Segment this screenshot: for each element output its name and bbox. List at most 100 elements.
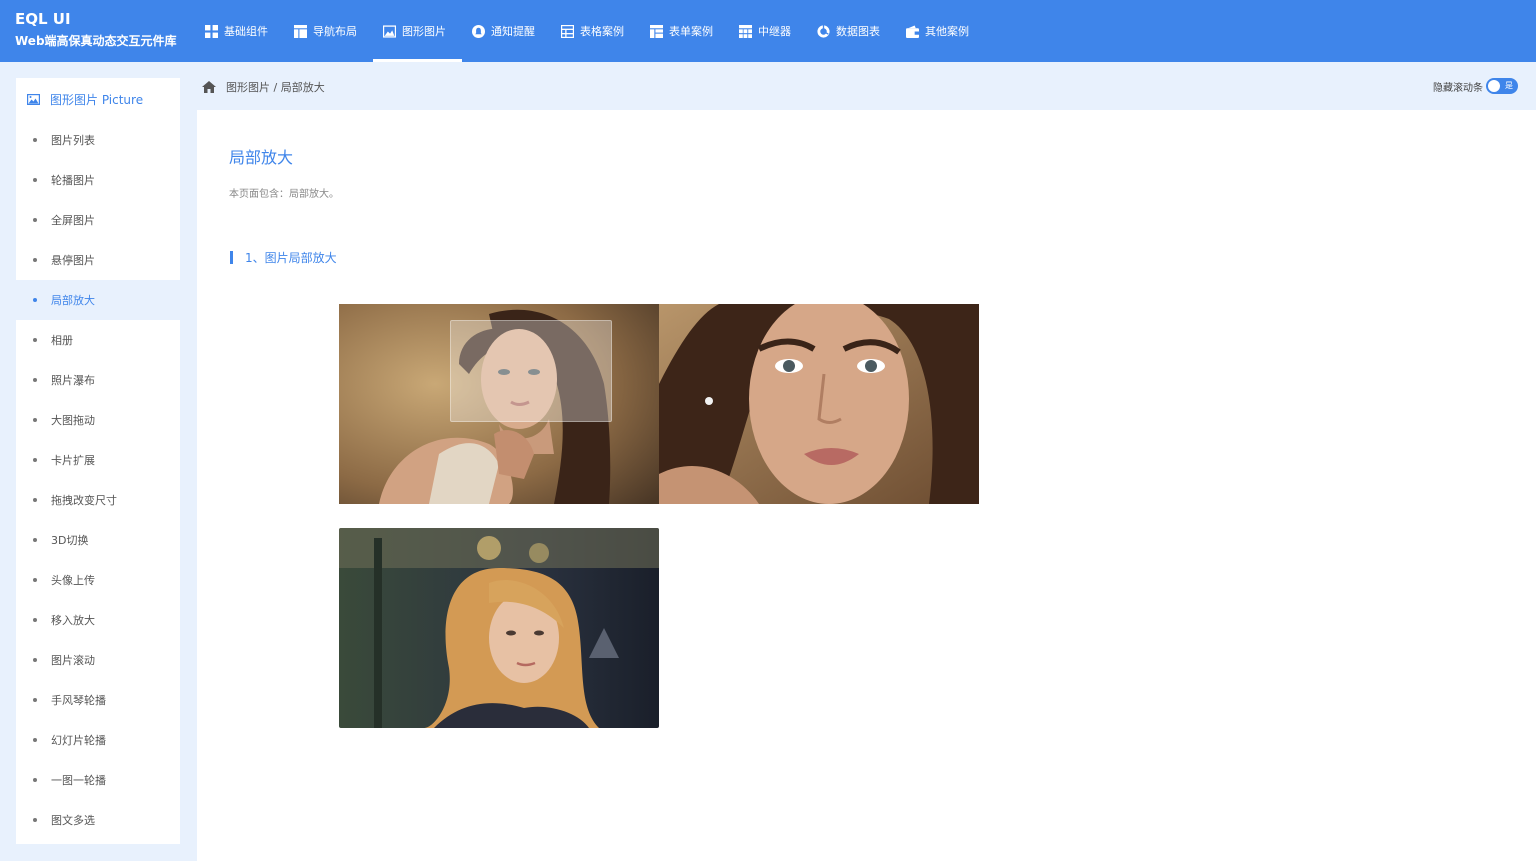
nav-label: 导航布局 bbox=[313, 25, 357, 38]
nav-label: 其他案例 bbox=[925, 25, 969, 38]
sidebar-item-card-expand[interactable]: 卡片扩展 bbox=[16, 440, 180, 480]
bullet bbox=[33, 658, 37, 662]
sidebar-item-carousel[interactable]: 轮播图片 bbox=[16, 160, 180, 200]
sidebar-item-one-per-slide[interactable]: 一图一轮播 bbox=[16, 760, 180, 800]
sidebar-item-label: 大图拖动 bbox=[51, 414, 95, 427]
portrait-zoomed-photo bbox=[659, 304, 979, 504]
section-title: 1、图片局部放大 bbox=[245, 251, 337, 265]
section-heading: 1、图片局部放大 bbox=[230, 249, 337, 266]
sidebar-item-label: 卡片扩展 bbox=[51, 454, 95, 467]
brand-subtitle: Web端高保真动态交互元件库 bbox=[15, 34, 177, 48]
scroll-toggle[interactable]: 是 bbox=[1486, 78, 1518, 94]
magnifier-lens[interactable] bbox=[450, 320, 612, 422]
sidebar-item-label: 拖拽改变尺寸 bbox=[51, 494, 117, 507]
magnified-preview-image bbox=[659, 304, 979, 504]
bullet bbox=[33, 418, 37, 422]
nav-item-repeater[interactable]: 中继器 bbox=[729, 0, 807, 62]
image-icon bbox=[383, 24, 396, 38]
magnify-source-image[interactable] bbox=[339, 304, 659, 504]
table-icon bbox=[561, 24, 574, 38]
sidebar-item-picture-list[interactable]: 图片列表 bbox=[16, 120, 180, 160]
sidebar-list: 图片列表 轮播图片 全屏图片 悬停图片 局部放大 相册 照片瀑布 大图拖动 卡片… bbox=[0, 120, 196, 840]
nav-item-chart[interactable]: 数据图表 bbox=[807, 0, 896, 62]
page-description: 本页面包含：局部放大。 bbox=[229, 189, 339, 200]
sidebar-item-label: 移入放大 bbox=[51, 614, 95, 627]
bullet bbox=[33, 458, 37, 462]
nav-label: 通知提醒 bbox=[491, 25, 535, 38]
sidebar-item-accordion[interactable]: 手风琴轮播 bbox=[16, 680, 180, 720]
sidebar: 图形图片 Picture 图片列表 轮播图片 全屏图片 悬停图片 局部放大 相册… bbox=[0, 78, 196, 844]
thumbnail-image[interactable] bbox=[339, 528, 659, 728]
scroll-toggle-control: 隐藏滚动条 是 bbox=[1433, 78, 1518, 94]
sidebar-item-fullscreen[interactable]: 全屏图片 bbox=[16, 200, 180, 240]
sidebar-item-label: 悬停图片 bbox=[51, 254, 95, 267]
bullet bbox=[33, 698, 37, 702]
repeater-icon bbox=[739, 24, 752, 38]
sidebar-item-label: 3D切换 bbox=[51, 534, 89, 547]
sidebar-item-label: 相册 bbox=[51, 334, 73, 347]
page-title: 局部放大 bbox=[229, 148, 294, 167]
nav-label: 表格案例 bbox=[580, 25, 624, 38]
sidebar-item-label: 局部放大 bbox=[51, 294, 95, 307]
bullet bbox=[33, 818, 37, 822]
sidebar-item-multi-select[interactable]: 图文多选 bbox=[16, 800, 180, 840]
nav-label: 图形图片 bbox=[402, 25, 446, 38]
bullet bbox=[33, 578, 37, 582]
sidebar-item-label: 图片滚动 bbox=[51, 654, 95, 667]
toggle-value: 是 bbox=[1505, 81, 1513, 90]
nav-label: 数据图表 bbox=[836, 25, 880, 38]
sidebar-header-label: 图形图片 Picture bbox=[50, 92, 144, 107]
sidebar-item-label: 轮播图片 bbox=[51, 174, 95, 187]
sidebar-header[interactable]: 图形图片 Picture bbox=[16, 78, 180, 120]
sidebar-item-hover[interactable]: 悬停图片 bbox=[16, 240, 180, 280]
nav-item-graphics[interactable]: 图形图片 bbox=[373, 0, 462, 62]
sidebar-item-3d[interactable]: 3D切换 bbox=[16, 520, 180, 560]
sidebar-item-label: 头像上传 bbox=[51, 574, 95, 587]
bullet bbox=[33, 378, 37, 382]
sidebar-item-avatar-upload[interactable]: 头像上传 bbox=[16, 560, 180, 600]
street-portrait-photo bbox=[339, 528, 659, 728]
sidebar-item-slideshow[interactable]: 幻灯片轮播 bbox=[16, 720, 180, 760]
chart-icon bbox=[817, 24, 830, 38]
sidebar-item-drag[interactable]: 大图拖动 bbox=[16, 400, 180, 440]
form-icon bbox=[650, 24, 663, 38]
sidebar-item-scroll[interactable]: 图片滚动 bbox=[16, 640, 180, 680]
nav-label: 表单案例 bbox=[669, 25, 713, 38]
nav-item-other[interactable]: 其他案例 bbox=[896, 0, 985, 62]
nav-item-form[interactable]: 表单案例 bbox=[640, 0, 729, 62]
layout-icon bbox=[294, 24, 307, 38]
main-content: 局部放大 本页面包含：局部放大。 1、图片局部放大 bbox=[197, 110, 1536, 861]
nav-label: 基础组件 bbox=[224, 25, 268, 38]
bullet bbox=[33, 778, 37, 782]
sidebar-item-label: 照片瀑布 bbox=[51, 374, 95, 387]
sidebar-item-magnify[interactable]: 局部放大 bbox=[0, 280, 196, 320]
image-icon bbox=[27, 93, 40, 105]
brand[interactable]: EQL UI Web端高保真动态交互元件库 bbox=[15, 9, 177, 51]
sidebar-item-album[interactable]: 相册 bbox=[16, 320, 180, 360]
sidebar-item-zoom-in[interactable]: 移入放大 bbox=[16, 600, 180, 640]
bullet bbox=[33, 338, 37, 342]
nav-item-notice[interactable]: 通知提醒 bbox=[462, 0, 551, 62]
nav-item-table[interactable]: 表格案例 bbox=[551, 0, 640, 62]
nav-item-basic[interactable]: 基础组件 bbox=[195, 0, 284, 62]
main-nav: 基础组件 导航布局 图形图片 通知提醒 表格案例 表单案例 中继器 数据图表 其… bbox=[195, 0, 985, 62]
wallet-icon bbox=[906, 25, 919, 38]
bullet bbox=[33, 618, 37, 622]
sidebar-item-label: 全屏图片 bbox=[51, 214, 95, 227]
bullet bbox=[33, 178, 37, 182]
bullet bbox=[33, 298, 37, 302]
bullet bbox=[33, 498, 37, 502]
sidebar-item-resize[interactable]: 拖拽改变尺寸 bbox=[16, 480, 180, 520]
section-marker bbox=[230, 251, 233, 264]
sidebar-item-label: 幻灯片轮播 bbox=[51, 734, 106, 747]
bullet bbox=[33, 258, 37, 262]
bullet bbox=[33, 138, 37, 142]
sidebar-item-waterfall[interactable]: 照片瀑布 bbox=[16, 360, 180, 400]
scroll-toggle-label: 隐藏滚动条 bbox=[1433, 82, 1483, 94]
nav-item-layout[interactable]: 导航布局 bbox=[284, 0, 373, 62]
grid-icon bbox=[205, 24, 218, 38]
nav-label: 中继器 bbox=[758, 25, 791, 38]
sidebar-item-label: 手风琴轮播 bbox=[51, 694, 106, 707]
home-icon[interactable] bbox=[202, 81, 216, 93]
sidebar-item-label: 图文多选 bbox=[51, 814, 95, 827]
